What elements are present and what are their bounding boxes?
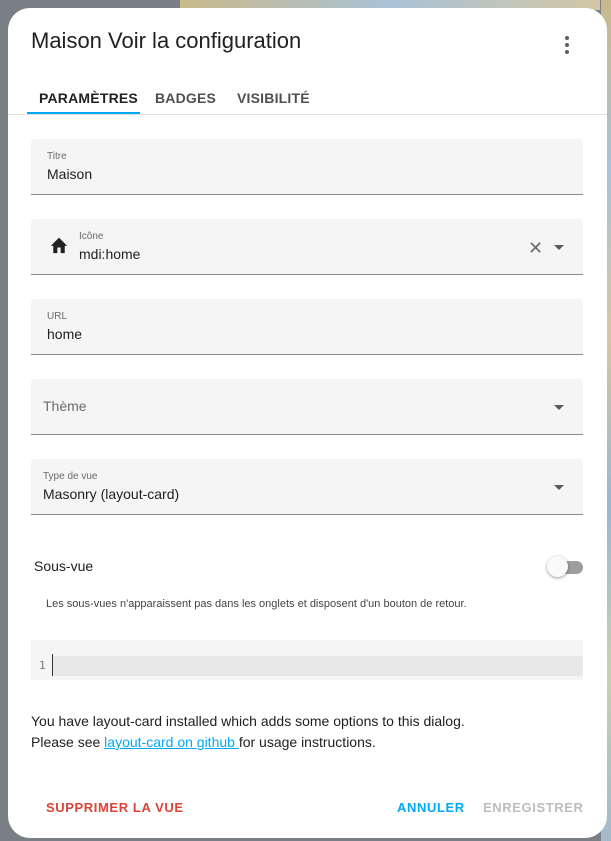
title-field[interactable]: Titre Maison (31, 139, 583, 195)
icon-field-label: Icône (79, 231, 104, 242)
save-button: ENREGISTRER (483, 800, 584, 815)
chevron-down-icon[interactable] (554, 485, 564, 490)
view-type-label: Type de vue (43, 471, 98, 482)
url-field-label: URL (47, 311, 68, 322)
active-tab-indicator (27, 112, 140, 114)
more-vert-icon[interactable] (558, 36, 576, 58)
info-line-1: You have layout-card installed which add… (31, 713, 465, 729)
home-icon (50, 237, 68, 254)
code-active-line[interactable] (52, 656, 583, 676)
dialog-title: Maison Voir la configuration (31, 28, 302, 53)
tab-parametres[interactable]: PARAMÈTRES (39, 90, 138, 106)
subview-help-text: Les sous-vues n'apparaissent pas dans le… (46, 598, 467, 610)
view-config-dialog: Maison Voir la configuration PARAMÈTRES … (8, 8, 607, 838)
tab-bar: PARAMÈTRES BADGES VISIBILITÉ (8, 76, 607, 115)
code-editor[interactable]: 1 (31, 640, 583, 680)
view-type-select[interactable]: Type de vue Masonry (layout-card) (31, 459, 583, 515)
title-field-value: Maison (47, 166, 93, 182)
tab-badges[interactable]: BADGES (155, 90, 216, 106)
layout-card-info: You have layout-card installed which add… (31, 711, 465, 753)
subview-toggle[interactable] (547, 556, 568, 577)
delete-view-button[interactable]: SUPPRIMER LA VUE (46, 800, 184, 815)
theme-select-placeholder: Thème (43, 398, 87, 414)
chevron-down-icon[interactable] (554, 245, 564, 250)
chevron-down-icon[interactable] (554, 405, 564, 410)
layout-card-github-link[interactable]: layout-card on github (104, 734, 239, 750)
tab-visibilite[interactable]: VISIBILITÉ (237, 90, 310, 106)
text-cursor (52, 654, 53, 676)
line-number: 1 (39, 659, 46, 672)
theme-select[interactable]: Thème (31, 379, 583, 435)
title-field-label: Titre (47, 151, 67, 162)
icon-field-value: mdi:home (79, 246, 141, 262)
view-type-value: Masonry (layout-card) (43, 486, 180, 502)
url-field[interactable]: URL home (31, 299, 583, 355)
info-prefix: Please see (31, 734, 105, 750)
cancel-button[interactable]: ANNULER (397, 800, 465, 815)
clear-icon[interactable]: ✕ (528, 239, 543, 257)
info-suffix: for usage instructions. (238, 734, 376, 750)
subview-label: Sous-vue (34, 558, 94, 574)
info-line-2: Please see layout-card on github for usa… (31, 732, 465, 753)
icon-picker-field[interactable]: Icône mdi:home ✕ (31, 219, 583, 275)
url-field-value: home (47, 326, 83, 342)
